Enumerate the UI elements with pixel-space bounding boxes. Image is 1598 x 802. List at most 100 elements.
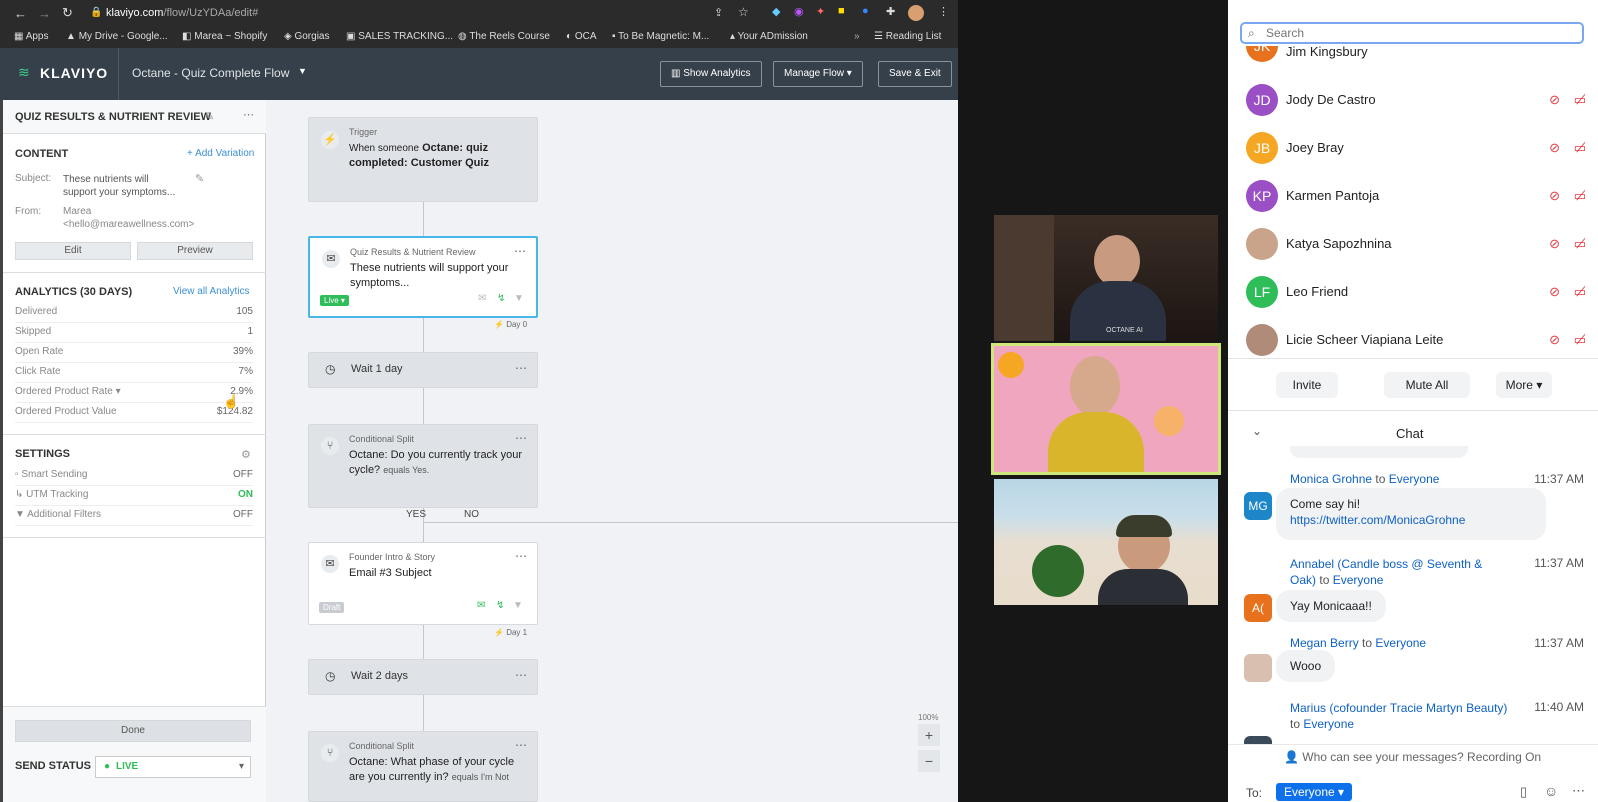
emoji-icon[interactable]: ☺ xyxy=(1544,783,1558,799)
wait-node-2-days[interactable]: ◷ Wait 2 days ⋯ xyxy=(308,659,538,695)
stat-row-ordered-rate[interactable]: Ordered Product Rate ▾ 2.9% xyxy=(15,383,253,403)
video-off-icon[interactable]: ▭̸ xyxy=(1574,284,1586,300)
bookmark-gorgias[interactable]: ◈ Gorgias xyxy=(284,31,329,42)
video-tile-3[interactable] xyxy=(994,479,1218,605)
node-menu-icon[interactable]: ⋯ xyxy=(515,668,527,682)
bookmark-apps[interactable]: ▦ Apps xyxy=(14,31,48,42)
extension-icon-3[interactable]: ✦ xyxy=(816,5,825,18)
node-menu-icon[interactable]: ⋯ xyxy=(515,549,527,563)
draft-badge[interactable]: Draft xyxy=(319,602,345,613)
message-bubble: Yay Monicaaa!! xyxy=(1276,590,1386,622)
zoom-in-button[interactable]: + xyxy=(918,724,940,746)
gear-icon[interactable]: ⚙ xyxy=(241,448,251,461)
bookmark-drive[interactable]: ▲ My Drive - Google... xyxy=(66,31,168,42)
video-off-icon[interactable]: ▭̸ xyxy=(1574,332,1586,348)
extension-icon-4[interactable]: ■ xyxy=(838,5,845,17)
participant-row[interactable]: Katya Sapozhnina ⊘ ▭̸ xyxy=(1246,222,1586,266)
recipient-select[interactable]: Everyone ▾ xyxy=(1276,783,1353,801)
muted-mic-icon[interactable]: ⊘ xyxy=(1549,236,1560,252)
bookmarks-overflow-icon[interactable]: » xyxy=(854,31,860,42)
star-icon[interactable]: ☆ xyxy=(738,5,749,19)
save-exit-button[interactable]: Save & Exit xyxy=(878,61,952,87)
utm-icon: ↯ xyxy=(497,293,506,304)
participant-row[interactable]: LF Leo Friend ⊘ ▭̸ xyxy=(1246,270,1586,314)
edit-button[interactable]: Edit xyxy=(15,242,131,260)
lightning-icon: ⚡ xyxy=(321,131,339,149)
pencil-icon[interactable]: ✎ xyxy=(205,110,214,123)
reading-list[interactable]: ☰ Reading List xyxy=(874,31,941,42)
search-input[interactable] xyxy=(1266,25,1566,41)
muted-mic-icon[interactable]: ⊘ xyxy=(1549,332,1560,348)
reload-icon[interactable]: ↻ xyxy=(62,5,73,21)
video-off-icon[interactable]: ▭̸ xyxy=(1574,92,1586,108)
extension-icon-5[interactable]: ● xyxy=(862,5,869,17)
participant-row[interactable]: Licie Scheer Viapiana Leite ⊘ ▭̸ xyxy=(1246,318,1586,358)
trigger-node[interactable]: ⚡ Trigger When someone Octane: quiz comp… xyxy=(308,117,538,202)
participant-row[interactable]: KP Karmen Pantoja ⊘ ▭̸ xyxy=(1246,174,1586,218)
wait-node-1-day[interactable]: ◷ Wait 1 day ⋯ xyxy=(308,352,538,388)
node-menu-icon[interactable]: ⋯ xyxy=(515,738,527,752)
bookmark-shopify[interactable]: ◧ Marea ~ Shopify xyxy=(182,31,267,42)
back-icon[interactable]: ← xyxy=(14,6,27,21)
node-menu-icon[interactable]: ⋯ xyxy=(514,244,526,258)
from-name: Marea xyxy=(63,206,92,217)
invite-button[interactable]: Invite xyxy=(1276,372,1338,398)
flow-canvas[interactable]: ⚡ Trigger When someone Octane: quiz comp… xyxy=(266,100,958,802)
visibility-notice[interactable]: 👤 Who can see your messages? Recording O… xyxy=(1284,750,1541,764)
muted-mic-icon[interactable]: ⊘ xyxy=(1549,284,1560,300)
collapse-chevron-icon[interactable]: ⌄ xyxy=(1252,424,1262,438)
branch-line xyxy=(423,522,958,523)
participant-name: Jim Kingsbury xyxy=(1286,44,1368,59)
profile-avatar[interactable] xyxy=(908,5,924,21)
conditional-split-node[interactable]: ⑂ Conditional Split ⋯ Octane: Do you cur… xyxy=(308,424,538,508)
muted-mic-icon[interactable]: ⊘ xyxy=(1549,140,1560,156)
share-icon[interactable]: ⇪ xyxy=(714,6,723,19)
chevron-down-icon[interactable]: ▼ xyxy=(298,66,307,76)
address-bar[interactable]: klaviyo.com/flow/UzYDAa/edit# xyxy=(106,7,258,19)
video-tile-2-active-speaker[interactable] xyxy=(991,343,1221,475)
flow-name[interactable]: Octane - Quiz Complete Flow xyxy=(132,66,289,80)
search-field[interactable]: ⌕ xyxy=(1240,22,1584,44)
extension-icon-2[interactable]: ◉ xyxy=(794,5,804,18)
muted-mic-icon[interactable]: ⊘ xyxy=(1549,188,1560,204)
live-badge[interactable]: Live ▾ xyxy=(320,295,349,306)
puzzle-icon[interactable]: ✚ xyxy=(886,5,895,18)
show-analytics-button[interactable]: ▥ Show Analytics xyxy=(660,61,762,87)
kebab-menu-icon[interactable]: ⋮ xyxy=(938,5,949,18)
participant-row[interactable]: JD Jody De Castro ⊘ ▭̸ xyxy=(1246,78,1586,122)
video-off-icon[interactable]: ▭̸ xyxy=(1574,140,1586,156)
edit-subject-icon[interactable]: ✎ xyxy=(195,172,204,185)
video-off-icon[interactable]: ▭̸ xyxy=(1574,236,1586,252)
bookmark-oca[interactable]: ◐ OCA xyxy=(566,31,597,42)
forward-icon[interactable]: → xyxy=(38,6,51,21)
node-menu-icon[interactable]: ⋯ xyxy=(515,361,527,375)
message-link[interactable]: https://twitter.com/MonicaGrohne xyxy=(1290,513,1465,527)
email-node-quiz-results[interactable]: ✉ Quiz Results & Nutrient Review ⋯ These… xyxy=(308,236,538,318)
zoom-out-button[interactable]: − xyxy=(918,750,940,772)
participant-row[interactable]: JB Joey Bray ⊘ ▭̸ xyxy=(1246,126,1586,170)
bookmark-magnetic[interactable]: ▪ To Be Magnetic: M... xyxy=(612,31,709,42)
conditional-split-node-2[interactable]: ⑂ Conditional Split ⋯ Octane: What phase… xyxy=(308,731,538,802)
extension-icon[interactable]: ◆ xyxy=(772,5,780,18)
video-off-icon[interactable]: ▭̸ xyxy=(1574,188,1586,204)
preview-button[interactable]: Preview xyxy=(137,242,253,260)
bookmark-sales[interactable]: ▣ SALES TRACKING... xyxy=(346,31,453,42)
add-variation-link[interactable]: + Add Variation xyxy=(187,148,254,159)
view-all-analytics-link[interactable]: View all Analytics xyxy=(173,286,250,297)
chat-messages[interactable]: Monica Grohne to Everyone 11:37 AM MG Co… xyxy=(1228,446,1598,744)
email-node-founder[interactable]: ✉ Founder Intro & Story ⋯ Email #3 Subje… xyxy=(308,542,538,625)
more-options-icon[interactable]: ⋯ xyxy=(1572,783,1585,799)
more-options-icon[interactable]: ⋯ xyxy=(243,108,254,121)
bookmark-admission[interactable]: ▴ Your ADmission xyxy=(730,31,808,42)
done-button[interactable]: Done xyxy=(15,720,251,742)
send-status-select[interactable]: ● LIVE ▾ xyxy=(95,756,251,778)
node-menu-icon[interactable]: ⋯ xyxy=(515,431,527,445)
mute-all-button[interactable]: Mute All xyxy=(1384,372,1470,398)
klaviyo-logo[interactable]: KLAVIYO xyxy=(40,65,108,81)
video-tile-1[interactable]: OCTANE AI xyxy=(994,215,1218,341)
manage-flow-button[interactable]: Manage Flow ▾ xyxy=(773,61,863,87)
more-button[interactable]: More ▾ xyxy=(1496,372,1552,398)
bookmark-reels[interactable]: ◍ The Reels Course xyxy=(458,31,550,42)
muted-mic-icon[interactable]: ⊘ xyxy=(1549,92,1560,108)
file-icon[interactable]: ▯ xyxy=(1520,784,1527,800)
